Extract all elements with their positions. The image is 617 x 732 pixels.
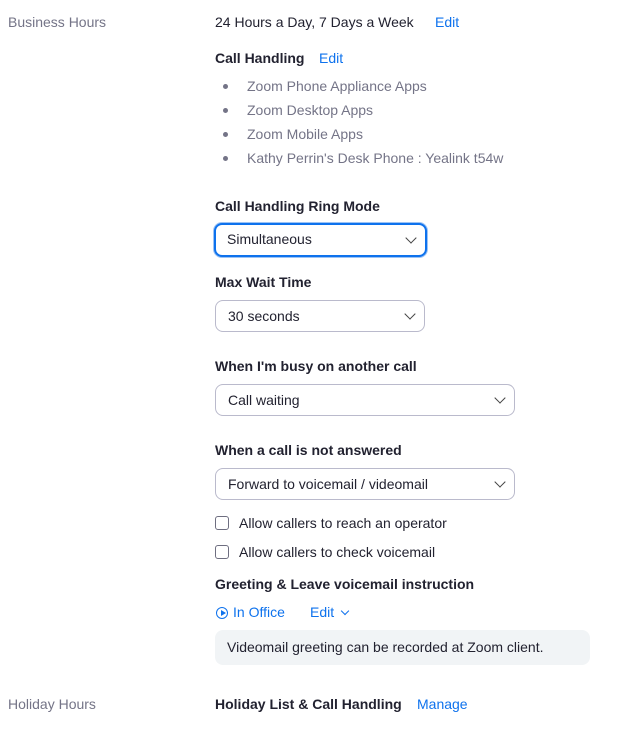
not-answered-label: When a call is not answered — [215, 442, 402, 458]
reach-operator-label: Allow callers to reach an operator — [239, 515, 447, 531]
bullet-icon — [223, 132, 228, 137]
chevron-down-icon — [404, 308, 416, 320]
bullet-icon — [223, 108, 228, 113]
check-voicemail-label: Allow callers to check voicemail — [239, 544, 436, 560]
chevron-down-icon — [494, 392, 506, 404]
chevron-down-icon — [494, 476, 506, 488]
max-wait-value: 30 seconds — [228, 308, 300, 324]
bullet-icon — [223, 84, 228, 89]
business-hours-label: Business Hours — [8, 14, 107, 30]
reach-operator-checkbox[interactable] — [215, 516, 229, 530]
check-voicemail-checkbox[interactable] — [215, 545, 229, 559]
greeting-edit-label: Edit — [310, 604, 335, 620]
in-office-play-button[interactable]: In Office — [216, 604, 285, 620]
play-icon — [216, 607, 228, 619]
max-wait-label: Max Wait Time — [215, 274, 312, 290]
ring-mode-label: Call Handling Ring Mode — [215, 198, 380, 214]
chevron-down-icon — [340, 606, 350, 616]
busy-value: Call waiting — [228, 392, 300, 408]
greeting-edit-dropdown[interactable]: Edit — [310, 604, 350, 620]
bullet-icon — [223, 156, 228, 161]
device-item: Zoom Phone Appliance Apps — [215, 74, 503, 98]
business-hours-edit-link[interactable]: Edit — [435, 14, 459, 30]
not-answered-select[interactable]: Forward to voicemail / videomail — [215, 468, 515, 500]
holiday-hours-label: Holiday Hours — [8, 696, 96, 712]
ring-mode-select[interactable]: Simultaneous — [214, 223, 427, 257]
device-item: Zoom Desktop Apps — [215, 98, 503, 122]
holiday-manage-link[interactable]: Manage — [417, 696, 468, 712]
device-item: Kathy Perrin's Desk Phone : Yealink t54w — [215, 146, 503, 170]
device-list: Zoom Phone Appliance Apps Zoom Desktop A… — [215, 74, 503, 170]
reach-operator-option[interactable]: Allow callers to reach an operator — [215, 513, 447, 533]
device-item: Zoom Mobile Apps — [215, 122, 503, 146]
business-hours-schedule: 24 Hours a Day, 7 Days a Week — [215, 14, 414, 30]
greeting-title: Greeting & Leave voicemail instruction — [215, 576, 475, 592]
videomail-note: Videomail greeting can be recorded at Zo… — [215, 630, 590, 665]
not-answered-value: Forward to voicemail / videomail — [228, 476, 428, 492]
busy-label: When I'm busy on another call — [215, 358, 417, 374]
call-handling-title: Call Handling — [215, 50, 305, 66]
holiday-list-title: Holiday List & Call Handling — [215, 696, 402, 712]
max-wait-select[interactable]: 30 seconds — [215, 300, 425, 332]
check-voicemail-option[interactable]: Allow callers to check voicemail — [215, 542, 435, 562]
ring-mode-value: Simultaneous — [227, 231, 312, 247]
in-office-label: In Office — [233, 604, 285, 620]
busy-select[interactable]: Call waiting — [215, 384, 515, 416]
call-handling-edit-link[interactable]: Edit — [319, 50, 343, 66]
chevron-down-icon — [405, 232, 417, 244]
